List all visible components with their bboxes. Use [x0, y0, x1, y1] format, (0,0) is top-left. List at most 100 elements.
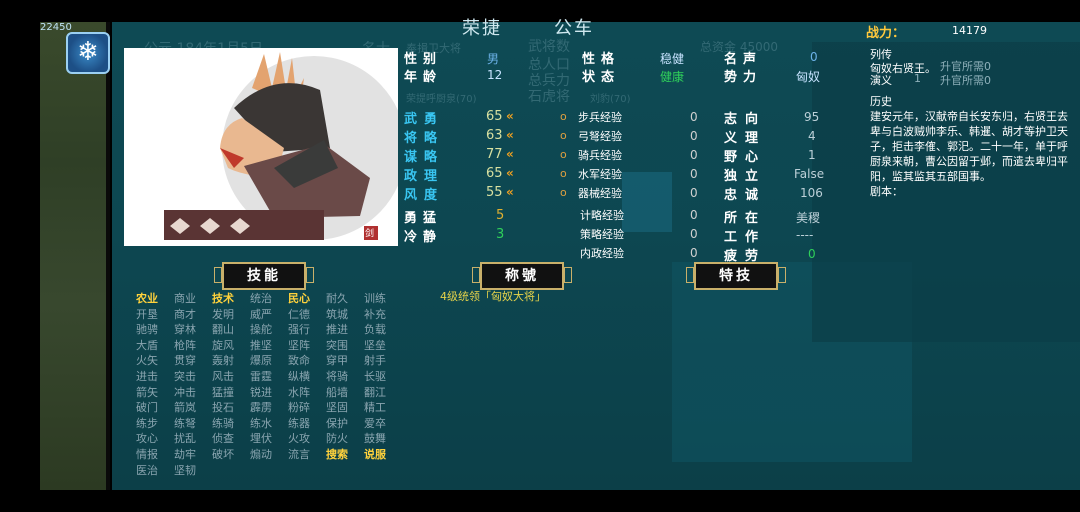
skill-item[interactable]: 开垦	[136, 306, 158, 322]
skill-item[interactable]: 突围	[326, 337, 348, 353]
skill-item[interactable]: 穿甲	[326, 352, 348, 368]
skill-item[interactable]: 冲击	[174, 384, 196, 400]
skill-item[interactable]: 侦查	[212, 430, 234, 446]
skill-item[interactable]: 练骑	[212, 415, 234, 431]
skill-item[interactable]: 练水	[250, 415, 272, 431]
skill-item[interactable]: 破坏	[212, 446, 234, 462]
novel-label: 演义	[870, 74, 892, 87]
skill-item[interactable]: 流言	[288, 446, 310, 462]
skill-item[interactable]: 耐久	[326, 290, 348, 306]
skill-item[interactable]: 爆原	[250, 352, 272, 368]
skills-button[interactable]: 技能	[214, 262, 314, 290]
skill-item[interactable]: 埋伏	[250, 430, 272, 446]
titles-button[interactable]: 称號	[472, 262, 572, 290]
skill-item[interactable]: 精工	[364, 399, 386, 415]
skill-item[interactable]: 操舵	[250, 321, 272, 337]
skill-item[interactable]: 煽动	[250, 446, 272, 462]
skill-item[interactable]: 推坚	[250, 337, 272, 353]
skill-item[interactable]: 威严	[250, 306, 272, 322]
skill-item[interactable]: 霹雳	[250, 399, 272, 415]
skill-item[interactable]: 进击	[136, 368, 158, 384]
skill-item[interactable]: 轰射	[212, 352, 234, 368]
exp-cavalry-label: 骑兵经验	[578, 149, 622, 162]
skill-item[interactable]: 补充	[364, 306, 386, 322]
skill-item[interactable]: 船墙	[326, 384, 348, 400]
skill-item[interactable]: 箭岚	[174, 399, 196, 415]
skill-item[interactable]: 翻江	[364, 384, 386, 400]
personality-value: 稳健	[660, 52, 685, 66]
upgrade-arrow-icon[interactable]: «	[506, 109, 514, 123]
skill-item[interactable]: 将骑	[326, 368, 348, 384]
skill-item[interactable]: 投石	[212, 399, 234, 415]
skill-item[interactable]: 仁德	[288, 306, 310, 322]
skill-item[interactable]: 医治	[136, 462, 158, 478]
skill-item[interactable]: 风击	[212, 368, 234, 384]
skill-item[interactable]: 大盾	[136, 337, 158, 353]
skill-item[interactable]: 说服	[364, 446, 386, 462]
upgrade-arrow-icon[interactable]: «	[506, 147, 514, 161]
upgrade-arrow-icon[interactable]: «	[506, 128, 514, 142]
skill-item[interactable]: 技术	[212, 290, 234, 306]
age-label: 年龄	[404, 70, 443, 85]
skill-item[interactable]: 练弩	[174, 415, 196, 431]
skill-item[interactable]: 火攻	[288, 430, 310, 446]
skill-item[interactable]: 商业	[174, 290, 196, 306]
skill-item[interactable]: 情报	[136, 446, 158, 462]
gender-label: 性别	[404, 52, 443, 67]
ghost-stone: 石虎将	[528, 89, 570, 105]
skill-item[interactable]: 致命	[288, 352, 310, 368]
skill-item[interactable]: 练步	[136, 415, 158, 431]
special-skills-button[interactable]: 特技	[686, 262, 786, 290]
skill-item[interactable]: 雷霆	[250, 368, 272, 384]
skill-item[interactable]: 坚垒	[364, 337, 386, 353]
fatigue-value: 0	[808, 247, 816, 261]
skill-item[interactable]: 练器	[288, 415, 310, 431]
skill-item[interactable]: 防火	[326, 430, 348, 446]
skill-item[interactable]: 攻心	[136, 430, 158, 446]
skill-item[interactable]: 鼓舞	[364, 430, 386, 446]
skill-item[interactable]: 贯穿	[174, 352, 196, 368]
skill-item[interactable]: 推进	[326, 321, 348, 337]
skill-item[interactable]: 筑城	[326, 306, 348, 322]
skill-item[interactable]: 破门	[136, 399, 158, 415]
skill-item[interactable]: 驰骋	[136, 321, 158, 337]
skill-item[interactable]: 扰乱	[174, 430, 196, 446]
skill-item[interactable]: 搜索	[326, 446, 348, 462]
stat-lengjing-label: 冷静	[404, 230, 443, 245]
exp-siege-label: 器械经验	[578, 187, 622, 200]
upgrade-arrow-icon[interactable]: «	[506, 166, 514, 180]
skill-item[interactable]: 穿林	[174, 321, 196, 337]
skill-item[interactable]: 训练	[364, 290, 386, 306]
skill-item[interactable]: 射手	[364, 352, 386, 368]
skill-item[interactable]: 保护	[326, 415, 348, 431]
skill-item[interactable]: 猛撞	[212, 384, 234, 400]
skill-item[interactable]: 翻山	[212, 321, 234, 337]
skill-item[interactable]: 坚韧	[174, 462, 196, 478]
skill-item[interactable]: 爱卒	[364, 415, 386, 431]
skill-item[interactable]: 负载	[364, 321, 386, 337]
skill-item[interactable]: 发明	[212, 306, 234, 322]
skill-item[interactable]: 枪阵	[174, 337, 196, 353]
skill-item[interactable]: 坚阵	[288, 337, 310, 353]
skill-item[interactable]: 旋风	[212, 337, 234, 353]
skill-item[interactable]: 农业	[136, 290, 158, 306]
skill-item[interactable]: 突击	[174, 368, 196, 384]
skill-item[interactable]: 粉碎	[288, 399, 310, 415]
upgrade-arrow-icon[interactable]: «	[506, 185, 514, 199]
skill-item[interactable]: 锐进	[250, 384, 272, 400]
skill-item[interactable]: 长驱	[364, 368, 386, 384]
skill-item[interactable]: 火矢	[136, 352, 158, 368]
righteousness-label: 义理	[724, 131, 767, 146]
skill-item[interactable]: 强行	[288, 321, 310, 337]
skill-item[interactable]: 劫牢	[174, 446, 196, 462]
skill-item[interactable]: 统治	[250, 290, 272, 306]
snowflake-icon[interactable]: ❄	[66, 32, 110, 74]
rank-number: 1	[914, 72, 921, 85]
skill-item[interactable]: 商才	[174, 306, 196, 322]
skill-item[interactable]: 箭矢	[136, 384, 158, 400]
skill-item[interactable]: 民心	[288, 290, 310, 306]
skill-item[interactable]: 纵横	[288, 368, 310, 384]
skill-item[interactable]: 坚固	[326, 399, 348, 415]
skill-item[interactable]: 水阵	[288, 384, 310, 400]
portrait-illustration	[164, 52, 398, 240]
